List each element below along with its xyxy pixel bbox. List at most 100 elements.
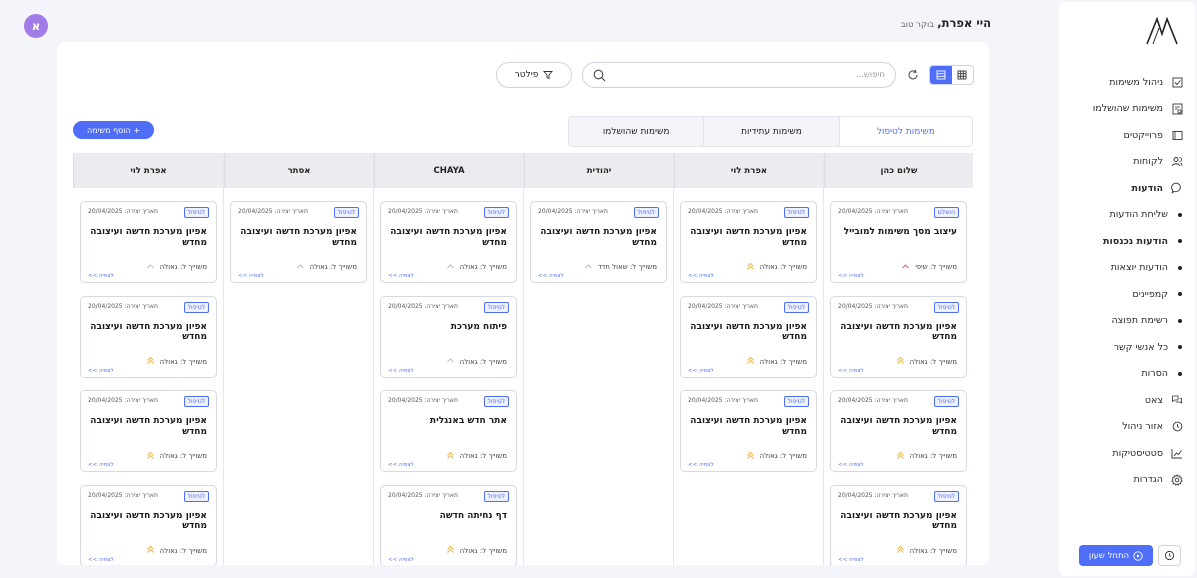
sidebar-item-0[interactable]: ניהול משימות — [1065, 69, 1185, 96]
task-card[interactable]: לטיפול תאריך יצירה: 20/04/2025 דף נחיתה חד… — [380, 484, 517, 565]
task-title: אפיון מערכת חדשה ועיצובה מחדש — [540, 227, 657, 248]
refresh-icon[interactable] — [906, 68, 920, 82]
bullet-icon — [1175, 292, 1185, 297]
sidebar-item-15[interactable]: הגדרות — [1065, 467, 1185, 494]
task-assignee: משוייך ל: גאולה — [159, 452, 207, 460]
view-task-link[interactable]: לצפיה >> — [88, 557, 114, 563]
sidebar-item-2[interactable]: פרוייקטים — [1065, 122, 1185, 149]
task-card[interactable]: לטיפול תאריך יצירה: 20/04/2025 אפיון מערכת… — [80, 484, 217, 565]
chart-icon — [1169, 448, 1185, 459]
priority-icon — [444, 260, 456, 272]
view-task-link[interactable]: לצפיה >> — [838, 273, 864, 279]
task-card[interactable]: הושלם תאריך יצירה: 20/04/2025 עיצוב מסך מש… — [830, 201, 967, 283]
task-title: עיצוב מסך משימות למובייל — [843, 227, 957, 237]
view-task-link[interactable]: לצפיה >> — [838, 557, 864, 563]
created-date: תאריך יצירה: 20/04/2025 — [838, 397, 908, 404]
sidebar-item-9[interactable]: רשימת תפוצה — [1065, 308, 1185, 335]
tab-to-handle[interactable]: משימות לטיפול — [838, 117, 972, 146]
task-card[interactable]: לטיפול תאריך יצירה: 20/04/2025 אפיון מערכת… — [380, 201, 517, 283]
greeting-subtitle: בוקר טוב — [900, 20, 935, 30]
start-shift-button[interactable]: התחל שעון — [1079, 545, 1153, 566]
list-view-button[interactable] — [930, 66, 952, 84]
view-task-link[interactable]: לצפיה >> — [838, 368, 864, 374]
task-title: אפיון מערכת חדשה ועיצובה מחדש — [390, 227, 507, 248]
created-date: תאריך יצירה: 20/04/2025 — [838, 302, 908, 310]
task-card[interactable]: לטיפול תאריך יצירה: 20/04/2025 אפיון מערכת… — [830, 295, 967, 378]
view-task-link[interactable]: לצפיה >> — [88, 273, 114, 279]
task-card[interactable]: לטיפול תאריך יצירה: 20/04/2025 אפיון מערכת… — [830, 390, 967, 472]
status-badge: לטיפול — [483, 490, 509, 502]
sidebar-item-label: רשימת תפוצה — [1111, 315, 1168, 327]
view-task-link[interactable]: לצפיה >> — [838, 462, 864, 468]
bullet-icon — [1175, 265, 1185, 270]
task-card[interactable]: לטיפול תאריך יצירה: 20/04/2025 אפיון מערכת… — [830, 484, 967, 565]
task-card[interactable]: לטיפול תאריך יצירה: 20/04/2025 אפיון מערכת… — [680, 295, 817, 378]
sidebar-item-label: קמפיינים — [1132, 288, 1168, 300]
view-task-link[interactable]: לצפיה >> — [388, 462, 414, 468]
sidebar-item-7[interactable]: הודעות יוצאות — [1065, 255, 1185, 282]
sidebar-item-13[interactable]: אזור ניהול — [1065, 414, 1185, 441]
created-date: תאריך יצירה: 20/04/2025 — [838, 208, 908, 215]
sidebar-item-11[interactable]: הסרות — [1065, 361, 1185, 388]
view-task-link[interactable]: לצפיה >> — [388, 557, 414, 563]
task-card[interactable]: לטיפול תאריך יצירה: 20/04/2025 אפיון מערכת… — [680, 201, 817, 283]
status-badge: לטיפול — [483, 396, 509, 407]
sidebar-item-10[interactable]: כל אנשי קשר — [1065, 334, 1185, 361]
created-date: תאריך יצירה: 20/04/2025 — [88, 491, 158, 499]
play-icon — [1133, 550, 1143, 561]
view-task-link[interactable]: לצפיה >> — [88, 368, 114, 374]
sidebar-item-5[interactable]: שליחת הודעות — [1065, 202, 1185, 229]
view-task-link[interactable]: לצפיה >> — [688, 273, 714, 279]
sidebar-item-12[interactable]: צאט — [1065, 387, 1185, 414]
history-button[interactable] — [1158, 545, 1181, 566]
task-assignee: משוייך ל: גאולה — [159, 357, 207, 366]
sidebar-item-14[interactable]: סטטיסטיקות — [1065, 440, 1185, 467]
task-assignee: משוייך ל: גאולה — [309, 263, 357, 271]
view-task-link[interactable]: לצפיה >> — [688, 368, 714, 374]
search-input[interactable] — [606, 70, 885, 80]
sidebar-item-1[interactable]: משימות שהושלמו — [1065, 96, 1185, 123]
task-card[interactable]: לטיפול תאריך יצירה: 20/04/2025 אפיון מערכת… — [230, 201, 367, 283]
tab-completed[interactable]: משימות שהושלמו — [569, 117, 704, 146]
view-task-link[interactable]: לצפיה >> — [238, 273, 264, 279]
task-card[interactable]: לטיפול תאריך יצירה: 20/04/2025 אפיון מערכת… — [680, 390, 817, 472]
priority-icon — [144, 449, 156, 461]
add-task-button[interactable]: + הוסף משימה — [73, 121, 154, 139]
sidebar-item-label: הודעות יוצאות — [1110, 262, 1168, 274]
status-badge: לטיפול — [783, 301, 809, 313]
view-toggle[interactable] — [929, 65, 974, 85]
priority-icon — [899, 260, 911, 272]
search-box[interactable] — [582, 62, 896, 88]
chat-icon — [1169, 182, 1185, 195]
grid-view-button[interactable] — [952, 66, 974, 84]
view-task-link[interactable]: לצפיה >> — [688, 462, 714, 468]
created-date: תאריך יצירה: 20/04/2025 — [388, 302, 458, 310]
chat-bubbles-icon — [1169, 394, 1185, 406]
filter-button[interactable]: פילטר — [496, 62, 572, 88]
task-card[interactable]: לטיפול תאריך יצירה: 20/04/2025 אפיון מערכת… — [530, 201, 667, 283]
created-date: תאריך יצירה: 20/04/2025 — [688, 302, 758, 310]
view-task-link[interactable]: לצפיה >> — [88, 462, 114, 468]
task-title: אפיון מערכת חדשה ועיצובה מחדש — [90, 510, 207, 532]
sidebar-item-6[interactable]: הודעות נכנסות — [1065, 228, 1185, 255]
view-task-link[interactable]: לצפיה >> — [388, 368, 414, 374]
list-view-icon — [936, 70, 946, 80]
task-assignee: משוייך ל: גאולה — [909, 357, 957, 366]
avatar[interactable]: א — [24, 14, 48, 38]
sidebar-item-3[interactable]: לקוחות — [1065, 149, 1185, 176]
sidebar-item-8[interactable]: קמפיינים — [1065, 281, 1185, 308]
priority-icon — [144, 544, 156, 556]
task-card[interactable]: לטיפול תאריך יצירה: 20/04/2025 אפיון מערכת… — [80, 295, 217, 378]
history-icon — [1164, 550, 1175, 561]
task-title: אפיון מערכת חדשה ועיצובה מחדש — [690, 416, 807, 437]
view-task-link[interactable]: לצפיה >> — [388, 273, 414, 279]
task-card[interactable]: לטיפול תאריך יצירה: 20/04/2025 אפיון מערכת… — [80, 390, 217, 472]
task-card[interactable]: לטיפול תאריך יצירה: 20/04/2025 אתר חדש באנ… — [380, 390, 517, 472]
sidebar-item-4[interactable]: הודעות — [1065, 175, 1185, 202]
view-task-link[interactable]: לצפיה >> — [538, 273, 564, 279]
tab-future[interactable]: משימות עתידיות — [703, 117, 839, 146]
priority-icon — [894, 544, 906, 556]
task-title: אפיון מערכת חדשה ועיצובה מחדש — [840, 321, 957, 343]
task-card[interactable]: לטיפול תאריך יצירה: 20/04/2025 פיתוח מערכת… — [380, 295, 517, 378]
task-card[interactable]: לטיפול תאריך יצירה: 20/04/2025 אפיון מערכת… — [80, 201, 217, 283]
